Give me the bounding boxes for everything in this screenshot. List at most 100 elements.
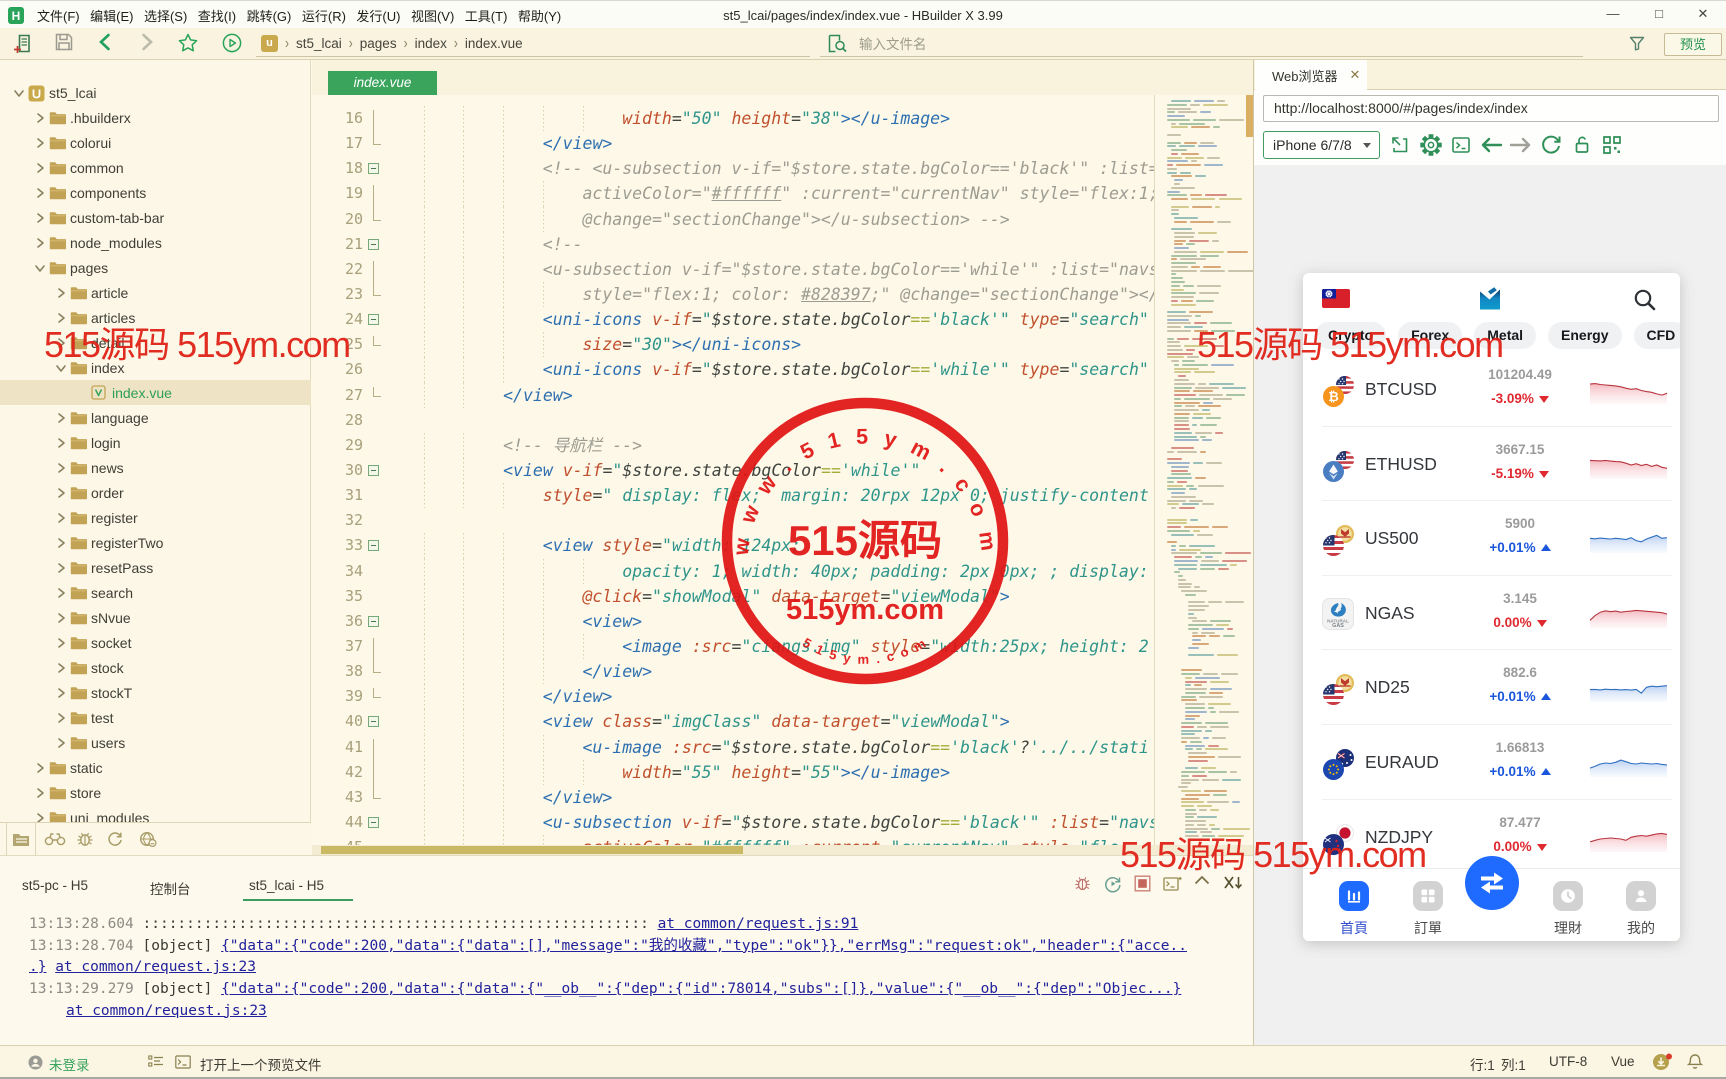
tree-item-news[interactable]: news [0, 455, 311, 480]
editor-horizontal-scrollbar[interactable] [312, 845, 1253, 855]
menu-item-5[interactable]: 跳转(G) [247, 6, 292, 25]
tree-item-language[interactable]: language [0, 405, 311, 430]
breadcrumb-item-4[interactable]: index.vue [465, 36, 523, 51]
lock-icon[interactable] [1568, 131, 1596, 159]
menu-item-3[interactable]: 选择(S) [144, 6, 187, 25]
tree-item-socket[interactable]: socket [0, 630, 311, 655]
editor-hscrollbar-thumb[interactable] [321, 846, 743, 854]
tree-item-users[interactable]: users [0, 730, 311, 755]
breadcrumb-item-2[interactable]: pages [360, 36, 397, 51]
cursor-col[interactable]: 列:1 [1501, 1054, 1526, 1074]
console-debug-bug-icon[interactable] [1074, 875, 1091, 892]
menu-item-9[interactable]: 工具(T) [465, 6, 508, 25]
refresh-icon[interactable] [1537, 131, 1565, 159]
tree-item-colorui[interactable]: colorui [0, 130, 311, 155]
tree-item-node-modules[interactable]: node_modules [0, 230, 311, 255]
encoding[interactable]: UTF-8 [1549, 1054, 1587, 1069]
save-icon[interactable] [55, 33, 73, 51]
preview-button[interactable]: 预览 [1664, 33, 1722, 56]
url-input[interactable]: http://localhost:8000/#/pages/index/inde… [1263, 95, 1719, 122]
menu-item-4[interactable]: 查找(I) [198, 6, 236, 25]
log-link[interactable]: at common/request.js:91 [658, 916, 859, 932]
new-file-icon[interactable] [14, 33, 33, 54]
tree-item-components[interactable]: components [0, 180, 311, 205]
log-link[interactable]: at common/request.js:23 [66, 1003, 267, 1019]
taiwan-flag-icon[interactable] [1322, 289, 1350, 308]
minimize-button[interactable]: — [1598, 1, 1628, 27]
editor-vertical-scrollbar[interactable] [1246, 95, 1253, 137]
tree-item-login[interactable]: login [0, 430, 311, 455]
menu-item-1[interactable]: 文件(F) [37, 6, 80, 25]
tab-close-icon[interactable]: ✕ [1350, 67, 1361, 83]
open-previous-preview[interactable]: 打开上一个预览文件 [200, 1054, 322, 1074]
preview-terminal-icon[interactable] [175, 1055, 191, 1069]
fold-marker-icon[interactable] [368, 163, 379, 174]
console-restart-icon[interactable] [1104, 875, 1121, 892]
gear-icon[interactable] [1417, 131, 1445, 159]
tree-item-snvue[interactable]: sNvue [0, 605, 311, 630]
breadcrumb[interactable]: u ›st5_lcai›pages›index›index.vue [256, 30, 810, 57]
search-icon[interactable] [1633, 288, 1657, 312]
log-link[interactable]: {"data":{"code":200,"data":{"data":{"__o… [221, 981, 1181, 997]
log-link[interactable]: {"data":{"code":200,"data":{"data":[],"m… [221, 938, 1187, 954]
tree-item-common[interactable]: common [0, 155, 311, 180]
console-tab-1[interactable]: st5-pc - H5 [22, 878, 88, 893]
update-download-icon[interactable] [1652, 1053, 1673, 1071]
nav-item-4[interactable]: 我的 [1611, 881, 1671, 938]
language-mode[interactable]: Vue [1611, 1054, 1635, 1069]
tree-item-order[interactable]: order [0, 480, 311, 505]
cursor-line[interactable]: 行:1 [1470, 1054, 1495, 1074]
tree-item-article[interactable]: article [0, 280, 311, 305]
quote-row-ethusd[interactable]: ETHUSD3667.15-5.19% [1322, 427, 1672, 502]
nav-back-icon[interactable] [1477, 131, 1505, 159]
tree-item-static[interactable]: static [0, 755, 311, 780]
explorer-tab-icon[interactable] [6, 823, 36, 856]
forward-icon[interactable] [141, 33, 154, 51]
log-link[interactable]: at common/request.js:23 [55, 959, 256, 975]
quote-row-nd25[interactable]: ND25882.6+0.01% [1322, 650, 1672, 725]
nav-item-3[interactable]: 理財 [1538, 881, 1598, 938]
tree-item-search[interactable]: search [0, 580, 311, 605]
maximize-button[interactable]: □ [1644, 1, 1674, 27]
qrcode-icon[interactable] [1598, 131, 1626, 159]
file-search-input[interactable]: 输入文件名 [820, 30, 1583, 57]
console-tab-3[interactable]: st5_lcai - H5 [249, 878, 324, 893]
quote-row-euraud[interactable]: EURAUD1.66813+0.01% [1322, 725, 1672, 800]
user-account-icon[interactable] [28, 1055, 43, 1070]
tree-item-registertwo[interactable]: registerTwo [0, 530, 311, 555]
log-link[interactable]: .} [29, 959, 46, 975]
fold-marker-icon[interactable] [368, 817, 379, 828]
open-external-icon[interactable] [1386, 131, 1414, 159]
minimap[interactable] [1154, 95, 1253, 845]
nav-forward-icon[interactable] [1507, 131, 1535, 159]
breadcrumb-item-1[interactable]: st5_lcai [296, 36, 342, 51]
menu-item-7[interactable]: 发行(U) [356, 6, 400, 25]
web-globe-icon[interactable] [138, 831, 157, 847]
quote-row-ngas[interactable]: NATURALGASNGAS3.1450.00% [1322, 576, 1672, 651]
filter-funnel-icon[interactable] [1629, 36, 1645, 51]
menu-item-10[interactable]: 帮助(Y) [518, 6, 561, 25]
quote-row-us500[interactable]: US5005900+0.01% [1322, 501, 1672, 576]
run-icon[interactable] [222, 33, 242, 53]
fold-marker-icon[interactable] [368, 239, 379, 250]
tree-item--hbuilderx[interactable]: .hbuilderx [0, 105, 311, 130]
fold-marker-icon[interactable] [368, 540, 379, 551]
terminal-icon[interactable] [1447, 131, 1475, 159]
login-status[interactable]: 未登录 [49, 1054, 90, 1074]
tree-item-register[interactable]: register [0, 505, 311, 530]
web-browser-tab[interactable]: Web浏览器 ✕ [1255, 60, 1367, 90]
tree-item-stock[interactable]: stock [0, 655, 311, 680]
tree-item-pages[interactable]: pages [0, 255, 311, 280]
tree-item-test[interactable]: test [0, 705, 311, 730]
tree-item-index-vue[interactable]: index.vue [0, 380, 311, 405]
fold-marker-icon[interactable] [368, 616, 379, 627]
back-icon[interactable] [98, 33, 111, 51]
console-tab-2[interactable]: 控制台 [150, 878, 191, 898]
close-button[interactable]: ✕ [1688, 1, 1718, 27]
favorite-star-icon[interactable] [178, 33, 198, 52]
tree-item-resetpass[interactable]: resetPass [0, 555, 311, 580]
menu-item-6[interactable]: 运行(R) [302, 6, 346, 25]
tree-item-custom-tab-bar[interactable]: custom-tab-bar [0, 205, 311, 230]
device-select[interactable]: iPhone 6/7/8 [1263, 131, 1380, 159]
tree-item-st5-lcai[interactable]: st5_lcai [0, 80, 311, 105]
